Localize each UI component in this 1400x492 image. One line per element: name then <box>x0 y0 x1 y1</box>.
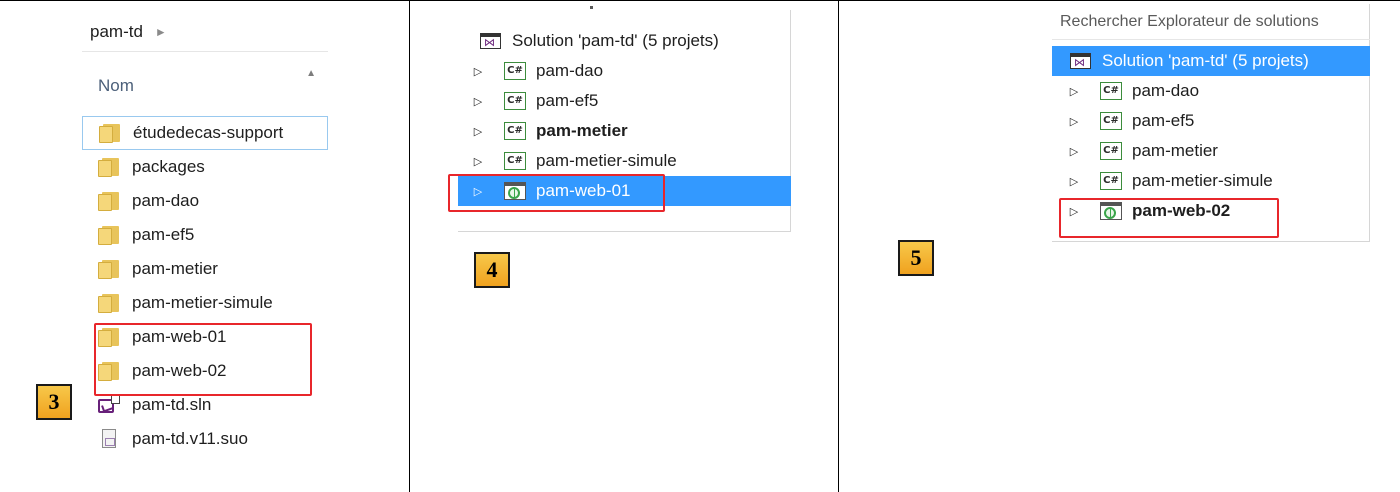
tree-item[interactable]: ▷ C# pam-metier <box>458 116 791 146</box>
tree-item[interactable]: ▷ C# pam-metier <box>1052 136 1370 166</box>
breadcrumb-item[interactable]: pam-td <box>90 22 143 42</box>
project-label: pam-ef5 <box>1132 111 1195 130</box>
folder-icon <box>99 123 121 143</box>
list-item[interactable]: pam-dao <box>82 184 328 218</box>
expand-arrow-icon[interactable]: ▷ <box>1068 145 1080 158</box>
expand-arrow-icon[interactable]: ▷ <box>472 125 484 138</box>
item-label: pam-metier-simule <box>132 293 273 312</box>
tree-item[interactable]: ▷ C# pam-dao <box>1052 76 1370 106</box>
column-header-name[interactable]: Nom ▲ <box>82 62 328 110</box>
item-label: pam-ef5 <box>132 225 195 244</box>
expand-arrow-icon[interactable]: ▷ <box>472 155 484 168</box>
item-label: pam-dao <box>132 191 200 210</box>
file-list: étudedecas-support packages pam-dao pam-… <box>82 116 328 456</box>
scroll-indicator <box>590 6 593 9</box>
chevron-right-icon[interactable]: ► <box>155 25 167 39</box>
project-label: pam-ef5 <box>536 91 599 110</box>
solution-icon <box>480 32 502 50</box>
project-label: pam-metier-simule <box>1132 171 1273 190</box>
highlight-box <box>448 174 665 212</box>
highlight-box <box>94 323 312 396</box>
item-label: pam-metier <box>132 259 218 278</box>
project-label: pam-metier-simule <box>536 151 677 170</box>
csharp-project-icon: C# <box>1100 172 1122 190</box>
step-badge: 4 <box>474 252 510 288</box>
file-explorer-panel: pam-td ► Nom ▲ étudedecas-support packag… <box>82 12 328 482</box>
suo-file-icon <box>98 429 120 449</box>
list-item[interactable]: pam-metier <box>82 252 328 286</box>
expand-arrow-icon[interactable]: ▷ <box>1068 175 1080 188</box>
search-input[interactable]: Rechercher Explorateur de solutions <box>1052 4 1370 40</box>
solution-label: Solution 'pam-td' (5 projets) <box>1102 51 1309 70</box>
solution-node-selected[interactable]: Solution 'pam-td' (5 projets) <box>1052 46 1370 76</box>
folder-icon <box>98 225 120 245</box>
list-item[interactable]: pam-metier-simule <box>82 286 328 320</box>
project-label: pam-metier <box>1132 141 1218 160</box>
tree-item[interactable]: ▷ C# pam-metier-simule <box>1052 166 1370 196</box>
sort-ascending-icon: ▲ <box>306 68 316 79</box>
folder-icon <box>98 293 120 313</box>
expand-arrow-icon[interactable]: ▷ <box>472 95 484 108</box>
csharp-project-icon: C# <box>504 122 526 140</box>
solution-file-icon <box>98 395 120 415</box>
project-label: pam-metier <box>536 121 628 140</box>
list-item[interactable]: pam-td.v11.suo <box>82 422 328 456</box>
expand-arrow-icon[interactable]: ▷ <box>472 65 484 78</box>
project-label: pam-dao <box>1132 81 1200 100</box>
solution-icon <box>1070 52 1092 70</box>
folder-icon <box>98 191 120 211</box>
csharp-project-icon: C# <box>504 152 526 170</box>
csharp-project-icon: C# <box>504 62 526 80</box>
csharp-project-icon: C# <box>1100 82 1122 100</box>
expand-arrow-icon[interactable]: ▷ <box>1068 85 1080 98</box>
item-label: packages <box>132 157 205 176</box>
tree-item[interactable]: ▷ C# pam-ef5 <box>458 86 791 116</box>
solution-label: Solution 'pam-td' (5 projets) <box>512 31 719 50</box>
expand-arrow-icon[interactable]: ▷ <box>1068 115 1080 128</box>
item-label: pam-td.v11.suo <box>132 429 248 448</box>
tree-item[interactable]: ▷ C# pam-metier-simule <box>458 146 791 176</box>
tree-item[interactable]: ▷ C# pam-dao <box>458 56 791 86</box>
divider <box>409 0 410 492</box>
project-label: pam-dao <box>536 61 604 80</box>
item-label: pam-td.sln <box>132 395 212 414</box>
tree-item[interactable]: ▷ C# pam-ef5 <box>1052 106 1370 136</box>
step-badge: 3 <box>36 384 72 420</box>
item-label: étudedecas-support <box>133 123 284 142</box>
list-item[interactable]: étudedecas-support <box>82 116 328 150</box>
csharp-project-icon: C# <box>504 92 526 110</box>
highlight-box <box>1059 198 1279 238</box>
folder-icon <box>98 157 120 177</box>
column-header-label: Nom <box>98 76 134 95</box>
solution-node[interactable]: Solution 'pam-td' (5 projets) <box>458 26 791 56</box>
divider <box>838 0 839 492</box>
csharp-project-icon: C# <box>1100 142 1122 160</box>
list-item[interactable]: packages <box>82 150 328 184</box>
folder-icon <box>98 259 120 279</box>
csharp-project-icon: C# <box>1100 112 1122 130</box>
list-item[interactable]: pam-ef5 <box>82 218 328 252</box>
step-badge: 5 <box>898 240 934 276</box>
breadcrumb[interactable]: pam-td ► <box>82 12 328 52</box>
